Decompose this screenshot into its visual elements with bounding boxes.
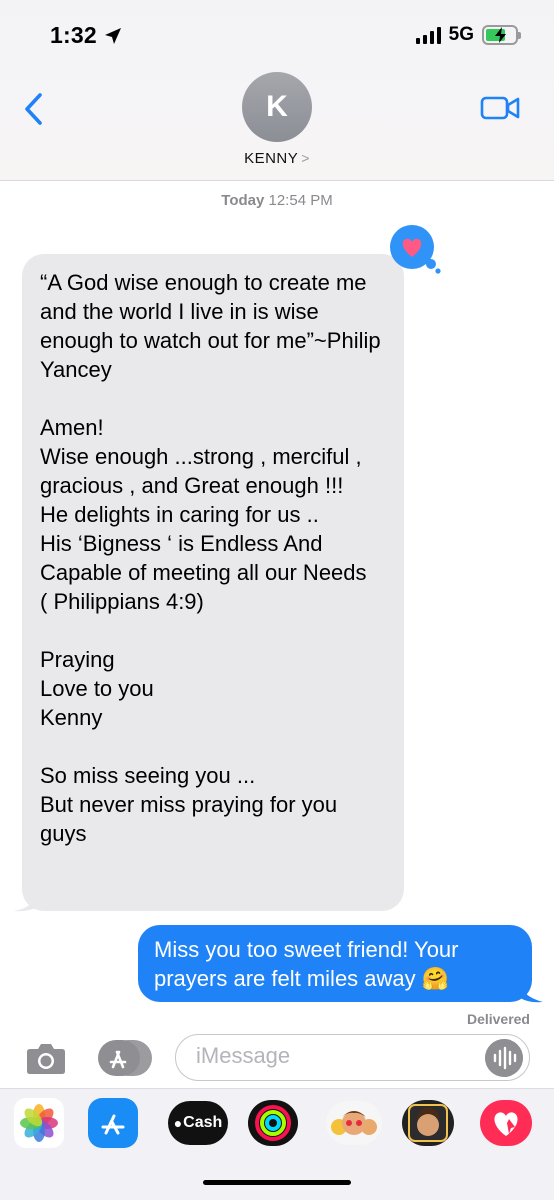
back-chevron-icon[interactable] xyxy=(22,92,44,126)
contact-name: KENNY xyxy=(244,150,299,167)
memoji-stickers-icon[interactable] xyxy=(326,1101,382,1145)
camera-icon[interactable] xyxy=(24,1040,68,1076)
app-store-icon[interactable] xyxy=(88,1098,138,1148)
home-indicator xyxy=(203,1180,351,1185)
contact-name-button[interactable]: KENNY > xyxy=(0,150,554,167)
conversation-header: 1:32 5G K KENNY > xyxy=(0,0,554,181)
memoji-portrait-icon xyxy=(408,1104,448,1142)
cash-label: Cash xyxy=(183,1114,223,1131)
digital-touch-icon[interactable] xyxy=(480,1100,532,1146)
app-store-glyph-icon xyxy=(101,1114,125,1135)
battery-icon xyxy=(482,25,521,45)
photos-icon[interactable] xyxy=(14,1098,64,1148)
heart-reaction-icon[interactable] xyxy=(389,224,441,276)
cellular-signal-icon xyxy=(415,26,441,44)
incoming-message-bubble[interactable]: “A God wise enough to create me and the … xyxy=(22,254,404,911)
status-time: 1:32 xyxy=(50,22,123,49)
timestamp-time: 12:54 PM xyxy=(268,192,333,209)
memoji-icon[interactable] xyxy=(402,1100,454,1146)
charging-bolt-icon xyxy=(495,27,506,43)
avatar[interactable]: K xyxy=(242,72,312,142)
app-store-button-icon[interactable] xyxy=(96,1038,154,1078)
imessage-placeholder: iMessage xyxy=(196,1043,291,1068)
activity-icon[interactable] xyxy=(248,1100,298,1146)
location-arrow-icon xyxy=(104,27,121,44)
message-composer: iMessage xyxy=(0,1028,554,1088)
apple-cash-icon[interactable]: ● Cash xyxy=(168,1101,228,1145)
timestamp-day: Today xyxy=(221,192,265,209)
outgoing-message-bubble[interactable]: Miss you too sweet friend! Your prayers … xyxy=(138,925,532,1002)
digital-touch-heart-icon xyxy=(494,1112,518,1136)
video-call-icon[interactable] xyxy=(480,95,520,121)
photos-flower-icon xyxy=(20,1104,58,1142)
network-type: 5G xyxy=(448,24,474,45)
chevron-right-icon: > xyxy=(301,150,310,166)
message-timestamp: Today 12:54 PM xyxy=(0,192,554,209)
apple-logo-icon: ● xyxy=(173,1115,183,1131)
status-indicators: 5G xyxy=(415,24,521,46)
delivery-status: Delivered xyxy=(466,1011,530,1027)
memoji-faces-icon xyxy=(331,1111,377,1135)
audio-message-icon[interactable] xyxy=(485,1039,523,1077)
activity-rings-icon xyxy=(255,1105,291,1141)
clock-label: 1:32 xyxy=(50,22,97,48)
avatar-initial: K xyxy=(266,90,288,123)
